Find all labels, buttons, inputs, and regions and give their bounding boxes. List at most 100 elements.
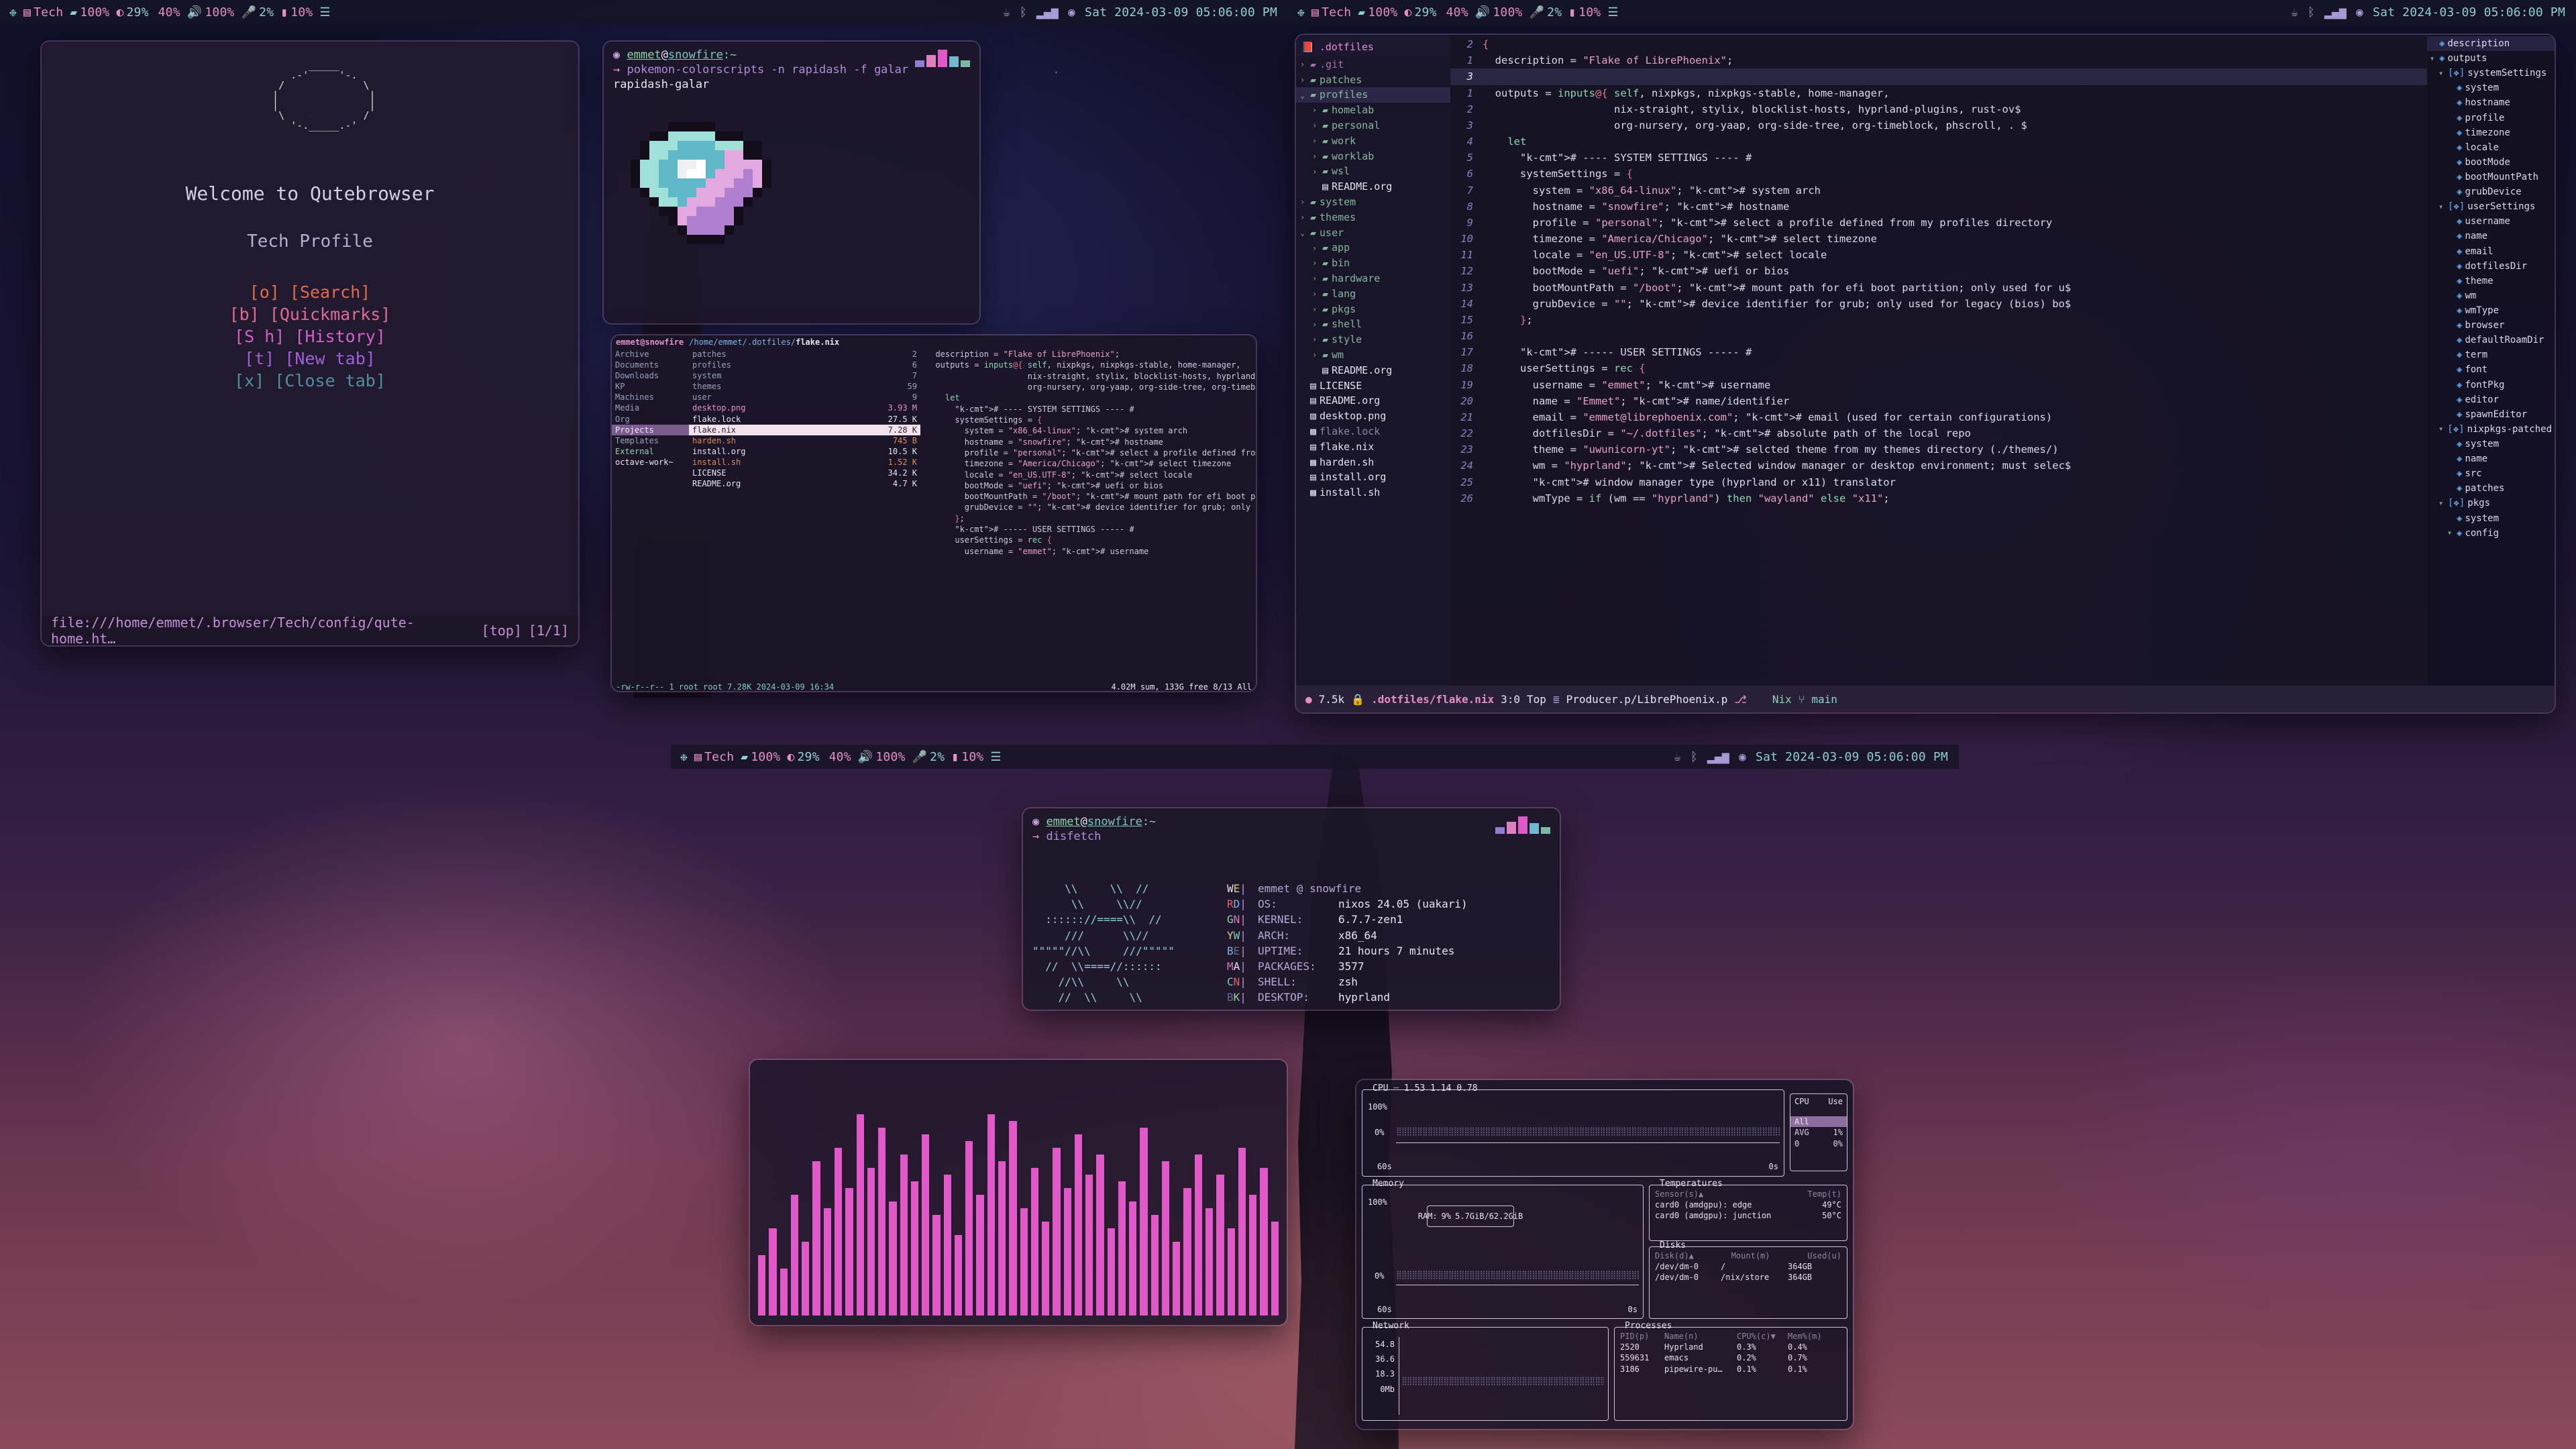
chevron-icon[interactable]: › [1312,272,1319,284]
statusbar-item-2%[interactable]: 🎤 2% [912,750,945,764]
statusbar-item-100%[interactable]: ▰ 100% [1358,5,1397,19]
tree-item-desktop.png[interactable]: ▨ desktop.png [1296,409,1450,424]
tree-item-README.org[interactable]: ▤ README.org [1296,363,1450,378]
disfetch-terminal-window[interactable]: ◉ emmet@snowfire:~ → disfetch \\ \\ // \… [1023,808,1560,1010]
ranger-file-row[interactable]: install.sh 1.52 K [689,457,920,468]
statusbar-item-nix-snowflake-icon[interactable]: ❉ [680,750,688,764]
outline-item-name[interactable]: ◈ name [2427,451,2555,466]
statusbar-item-40%[interactable]: 40% [156,5,180,19]
outline-item-bootMountPath[interactable]: ◈ bootMountPath [2427,170,2555,184]
outline-item-bootMode[interactable]: ◈ bootMode [2427,155,2555,170]
emacs-outline-panel[interactable]: ◈ description ▾ ◈ outputs ▾ [❖] systemSettings ◈… [2427,35,2555,686]
chevron-icon[interactable]: › [1312,150,1319,162]
chevron-icon[interactable]: › [1312,333,1319,345]
btop-proc-col-pid[interactable]: PID(p) [1620,1332,1664,1342]
ranger-file-row[interactable]: flake.lock 27.5 K [689,414,920,425]
statusbar-item-2%[interactable]: 🎤 2% [241,5,274,19]
outline-item-name[interactable]: ◈ name [2427,229,2555,244]
ranger-file-row[interactable]: profiles 6 [689,360,920,370]
chevron-icon[interactable]: › [1312,303,1319,315]
outline-item-username[interactable]: ◈ username [2427,214,2555,229]
outline-item-dotfilesDir[interactable]: ◈ dotfilesDir [2427,259,2555,274]
outline-item-userSettings[interactable]: ▾ [❖] userSettings [2427,199,2555,214]
outline-item-patches[interactable]: ◈ patches [2427,481,2555,496]
statusbar-item-Tech[interactable]: ▤ Tech [694,750,734,764]
chevron-icon[interactable]: ▾ [2447,527,2454,539]
qutebrowser-shortcut-2[interactable]: [S h] [History] [42,325,578,347]
tree-item-system[interactable]: › ▰ system [1296,195,1450,210]
tree-item-homelab[interactable]: › ▰ homelab [1296,103,1450,118]
chevron-icon[interactable]: › [1300,196,1307,208]
network-signal-icon[interactable]: ▂▄▆ [1707,750,1729,764]
ranger-parent-item[interactable]: KP [612,381,689,392]
statusbar-item-Tech[interactable]: ▤ Tech [1311,5,1351,19]
outline-item-wmType[interactable]: ◈ wmType [2427,303,2555,318]
outline-item-grubDevice[interactable]: ◈ grubDevice [2427,184,2555,199]
chevron-icon[interactable]: › [1312,319,1319,331]
disc-icon[interactable]: ◉ [1068,5,1075,19]
tree-item-bin[interactable]: › ▰ bin [1296,256,1450,271]
tree-item-themes[interactable]: › ▰ themes [1296,210,1450,225]
tree-item-user[interactable]: ⌄ ▰ user [1296,225,1450,241]
outline-item-pkgs[interactable]: ▾ [❖] pkgs [2427,496,2555,511]
statusbar-item-100%[interactable]: ▰ 100% [70,5,109,19]
tree-item-profiles[interactable]: ⌄ ▰ profiles [1296,87,1450,103]
statusbar-item-100%[interactable]: 🔊 100% [858,750,906,764]
ranger-parent-item[interactable]: Downloads [612,370,689,381]
ranger-current-column[interactable]: patches 2 profiles 6 system 7 themes 59 user 9 des… [689,349,920,680]
tree-item-shell[interactable]: › ▰ shell [1296,317,1450,332]
ranger-file-row[interactable]: harden.sh 745 B [689,435,920,446]
btop-cpu-row[interactable]: 0 0% [1790,1138,1847,1150]
ranger-parent-column[interactable]: Archive Documents Downloads KP Machines Media… [612,349,689,680]
disc-icon[interactable]: ◉ [1739,750,1746,764]
btop-temps-col-sensor[interactable]: Sensor(s)▲ [1655,1189,1703,1199]
coffee-off-icon[interactable]: ☕ [2291,5,2298,19]
outline-item-nixpkgs-patched[interactable]: ▾ [❖] nixpkgs-patched [2427,422,2555,437]
ranger-file-row[interactable]: system 7 [689,370,920,381]
audio-visualizer-window[interactable] [750,1060,1287,1325]
outline-item-systemSettings[interactable]: ▾ [❖] systemSettings [2427,66,2555,80]
ranger-parent-item[interactable]: External [612,446,689,457]
outline-item-locale[interactable]: ◈ locale [2427,140,2555,155]
pokemon-terminal-window[interactable]: ◉ emmet@snowfire:~ → pokemon-colorscript… [604,42,979,323]
coffee-off-icon[interactable]: ☕ [1003,5,1010,19]
btop-process-row[interactable]: 3186 pipewire-pu… 0.1% 0.1% [1615,1364,1847,1375]
network-signal-icon[interactable]: ▂▄▆ [1036,5,1059,19]
btop-temps-col-temp[interactable]: Temp(t) [1807,1189,1841,1199]
coffee-off-icon[interactable]: ☕ [1674,750,1681,764]
chevron-icon[interactable]: › [1312,135,1319,147]
statusbar-item-10%[interactable]: ▮ 10% [1568,5,1601,19]
chevron-icon[interactable]: › [1312,119,1319,131]
statusbar-item-menu-icon[interactable]: ☰ [1607,5,1618,19]
emacs-file-tree[interactable]: 📕 .dotfiles › ▰ .git › ▰ patches ⌄ ▰ profiles › ▰ h… [1296,35,1450,686]
ranger-file-row[interactable]: user 9 [689,392,920,402]
tree-item-harden.sh[interactable]: ▩ harden.sh [1296,455,1450,470]
outline-item-description[interactable]: ◈ description [2427,36,2555,52]
chevron-icon[interactable]: › [1312,257,1319,269]
tree-item-hardware[interactable]: › ▰ hardware [1296,271,1450,286]
btop-process-row[interactable]: 2520 Hyprland 0.3% 0.4% [1615,1342,1847,1353]
tree-item-wm[interactable]: › ▰ wm [1296,347,1450,363]
outline-item-wm[interactable]: ◈ wm [2427,288,2555,303]
statusbar-item-menu-icon[interactable]: ☰ [319,5,330,19]
chevron-icon[interactable]: › [1312,288,1319,300]
statusbar-item-40%[interactable]: 40% [826,750,851,764]
chevron-icon[interactable]: ▾ [2438,67,2445,80]
btop-proc-col-name[interactable]: Name(n) [1664,1332,1737,1342]
outline-item-editor[interactable]: ◈ editor [2427,392,2555,407]
ranger-file-row[interactable]: flake.nix 7.28 K [689,424,920,435]
chevron-icon[interactable]: › [1312,166,1319,178]
btop-disks-col-disk[interactable]: Disk(d)▲ [1655,1251,1694,1261]
outline-item-system[interactable]: ◈ system [2427,437,2555,451]
network-signal-icon[interactable]: ▂▄▆ [2324,5,2347,19]
tree-item-patches[interactable]: › ▰ patches [1296,72,1450,88]
statusbar-item-Tech[interactable]: ▤ Tech [23,5,63,19]
btop-proc-col-cpu[interactable]: CPU%(c)▼ [1737,1332,1788,1342]
tree-item-lang[interactable]: › ▰ lang [1296,286,1450,302]
qutebrowser-shortcut-4[interactable]: [x] [Close tab] [42,370,578,392]
qutebrowser-shortcut-list[interactable]: [o] [Search] [b] [Quickmarks] [S h] [Histo… [42,281,578,392]
statusbar-item-100%[interactable]: 🔊 100% [187,5,235,19]
ranger-file-manager-window[interactable]: emmet@snowfire /home/emmet/.dotfiles/ fl… [612,335,1256,691]
statusbar-item-10%[interactable]: ▮ 10% [951,750,983,764]
ranger-file-row[interactable]: README.org 4.7 K [689,478,920,489]
